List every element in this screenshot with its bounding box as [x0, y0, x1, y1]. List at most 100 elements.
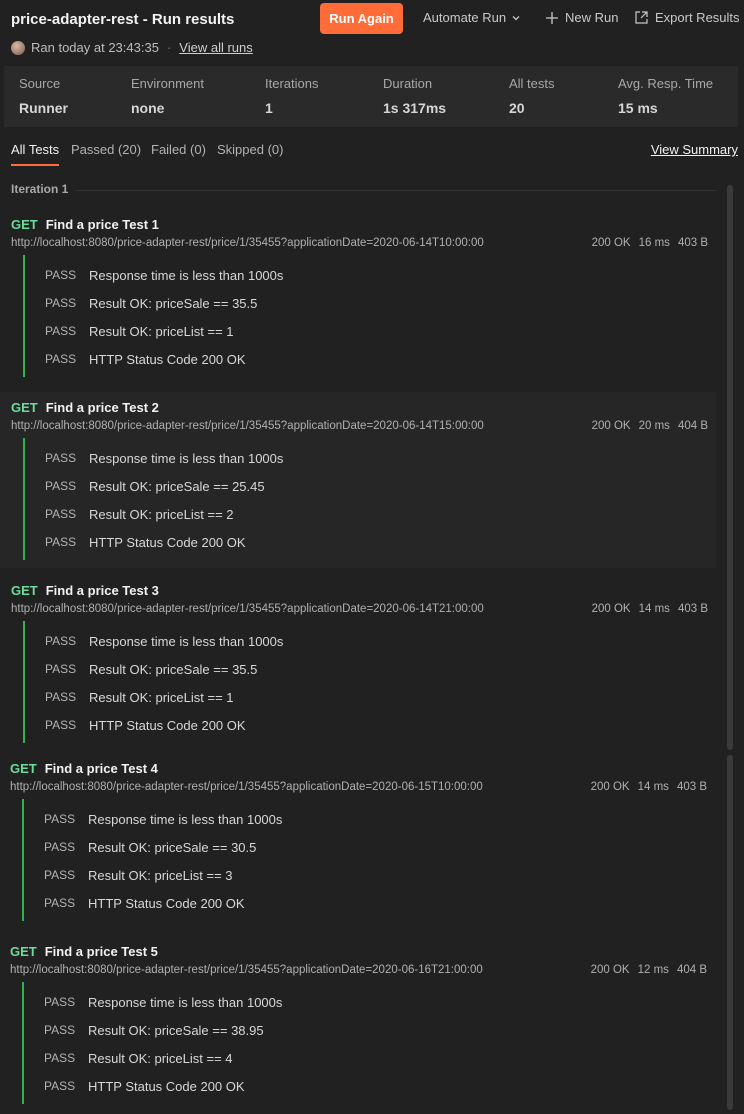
- run-stats: Source Runner Environment none Iteration…: [4, 66, 738, 127]
- test-name: Result OK: priceSale == 25.45: [89, 479, 265, 494]
- request-method: GET: [11, 217, 38, 232]
- request-result[interactable]: GET Find a price Test 5 http://localhost…: [0, 936, 715, 1112]
- ran-time: Ran today at 23:43:35: [31, 40, 159, 55]
- request-name: Find a price Test 4: [44, 761, 158, 776]
- view-summary-link[interactable]: View Summary: [651, 142, 738, 157]
- request-heading[interactable]: GET Find a price Test 3: [11, 583, 159, 598]
- test-name: Response time is less than 1000s: [88, 812, 283, 827]
- view-all-runs-link[interactable]: View all runs: [179, 40, 252, 55]
- stat-value: none: [131, 100, 165, 116]
- stat-value: 1s 317ms: [383, 100, 447, 116]
- test-result-badge: PASS: [45, 324, 77, 338]
- test-name: Result OK: priceSale == 35.5: [89, 296, 258, 311]
- pass-indicator-bar: [23, 255, 25, 377]
- request-heading[interactable]: GET Find a price Test 1: [11, 217, 159, 232]
- response-meta: 200 OK 12 ms 404 B: [591, 964, 707, 976]
- test-assertion: PASS HTTP Status Code 200 OK: [45, 718, 246, 733]
- test-result-badge: PASS: [45, 507, 77, 521]
- test-name: Result OK: priceList == 3: [88, 868, 233, 883]
- request-result[interactable]: GET Find a price Test 3 http://localhost…: [0, 575, 716, 751]
- test-assertion: PASS Response time is less than 1000s: [44, 995, 282, 1010]
- scrollbar[interactable]: [727, 185, 733, 750]
- response-meta: 200 OK 20 ms 404 B: [592, 420, 708, 432]
- stat-label: Duration: [383, 76, 433, 91]
- request-result[interactable]: GET Find a price Test 2 http://localhost…: [0, 392, 716, 568]
- test-assertion: PASS Response time is less than 1000s: [45, 268, 283, 283]
- request-result[interactable]: GET Find a price Test 4 http://localhost…: [0, 753, 715, 929]
- tab-passed[interactable]: Passed (20): [71, 142, 141, 157]
- test-result-badge: PASS: [44, 1079, 76, 1093]
- page-title: price-adapter-rest - Run results: [11, 11, 235, 28]
- automate-run-button[interactable]: Automate Run: [423, 10, 521, 25]
- request-method: GET: [10, 761, 37, 776]
- pass-indicator-bar: [23, 621, 25, 743]
- test-assertion: PASS Result OK: priceList == 1: [45, 690, 234, 705]
- plus-icon: [546, 11, 558, 24]
- test-name: Result OK: priceList == 2: [89, 507, 234, 522]
- response-size: 403 B: [676, 781, 707, 793]
- request-url: http://localhost:8080/price-adapter-rest…: [11, 420, 484, 432]
- request-heading[interactable]: GET Find a price Test 2: [11, 400, 159, 415]
- request-result[interactable]: GET Find a price Test 1 http://localhost…: [0, 209, 716, 385]
- automate-run-label: Automate Run: [423, 10, 507, 25]
- pass-indicator-bar: [22, 982, 24, 1104]
- stat-all-tests: All tests 20: [509, 76, 555, 116]
- test-result-badge: PASS: [45, 662, 77, 676]
- response-time: 14 ms: [638, 603, 670, 615]
- test-name: HTTP Status Code 200 OK: [88, 896, 245, 911]
- response-time: 16 ms: [638, 237, 670, 249]
- stat-label: All tests: [509, 76, 555, 91]
- test-name: Result OK: priceSale == 38.95: [88, 1023, 264, 1038]
- separator: ·: [166, 40, 172, 55]
- response-meta: 200 OK 14 ms 403 B: [592, 603, 708, 615]
- test-assertion: PASS Response time is less than 1000s: [45, 451, 283, 466]
- test-result-badge: PASS: [45, 718, 77, 732]
- test-result-badge: PASS: [44, 840, 76, 854]
- response-time: 12 ms: [637, 964, 669, 976]
- request-heading[interactable]: GET Find a price Test 5: [10, 944, 158, 959]
- test-result-badge: PASS: [45, 268, 77, 282]
- test-assertion: PASS Response time is less than 1000s: [44, 812, 282, 827]
- response-time: 20 ms: [638, 420, 670, 432]
- test-assertion: PASS HTTP Status Code 200 OK: [45, 535, 246, 550]
- run-again-button[interactable]: Run Again: [320, 3, 403, 34]
- test-result-badge: PASS: [44, 995, 76, 1009]
- tab-failed[interactable]: Failed (0): [151, 142, 206, 157]
- test-result-badge: PASS: [44, 896, 76, 910]
- test-result-badge: PASS: [45, 479, 77, 493]
- test-assertion: PASS Result OK: priceSale == 35.5: [45, 296, 257, 311]
- test-result-badge: PASS: [44, 1051, 76, 1065]
- stat-value: 20: [509, 100, 525, 116]
- scrollbar[interactable]: [727, 755, 733, 1110]
- test-name: HTTP Status Code 200 OK: [89, 535, 246, 550]
- export-icon: [635, 11, 648, 24]
- test-result-badge: PASS: [45, 690, 77, 704]
- test-assertion: PASS Result OK: priceSale == 30.5: [44, 840, 256, 855]
- stat-environment: Environment none: [131, 76, 204, 116]
- request-name: Find a price Test 3: [45, 583, 159, 598]
- results-tabs: All Tests Passed (20) Failed (0) Skipped…: [0, 142, 744, 168]
- test-assertion: PASS HTTP Status Code 200 OK: [44, 896, 245, 911]
- test-assertion: PASS Result OK: priceList == 4: [44, 1051, 233, 1066]
- request-method: GET: [10, 944, 37, 959]
- test-name: Result OK: priceList == 4: [88, 1051, 233, 1066]
- test-name: Response time is less than 1000s: [89, 451, 284, 466]
- test-result-badge: PASS: [45, 535, 77, 549]
- tab-all-tests[interactable]: All Tests: [11, 142, 60, 166]
- new-run-button[interactable]: New Run: [545, 10, 618, 25]
- tab-skipped[interactable]: Skipped (0): [217, 142, 283, 157]
- test-name: Response time is less than 1000s: [89, 268, 284, 283]
- request-name: Find a price Test 1: [45, 217, 159, 232]
- export-results-button[interactable]: Export Results: [634, 10, 740, 25]
- test-name: Result OK: priceList == 1: [89, 690, 234, 705]
- test-name: Response time is less than 1000s: [89, 634, 284, 649]
- response-size: 404 B: [676, 964, 707, 976]
- export-results-label: Export Results: [655, 10, 740, 25]
- request-name: Find a price Test 2: [45, 400, 159, 415]
- test-result-badge: PASS: [44, 812, 76, 826]
- test-name: Result OK: priceSale == 35.5: [89, 662, 258, 677]
- test-assertion: PASS Result OK: priceList == 1: [45, 324, 234, 339]
- test-name: Response time is less than 1000s: [88, 995, 283, 1010]
- stat-source: Source Runner: [19, 76, 68, 116]
- request-heading[interactable]: GET Find a price Test 4: [10, 761, 158, 776]
